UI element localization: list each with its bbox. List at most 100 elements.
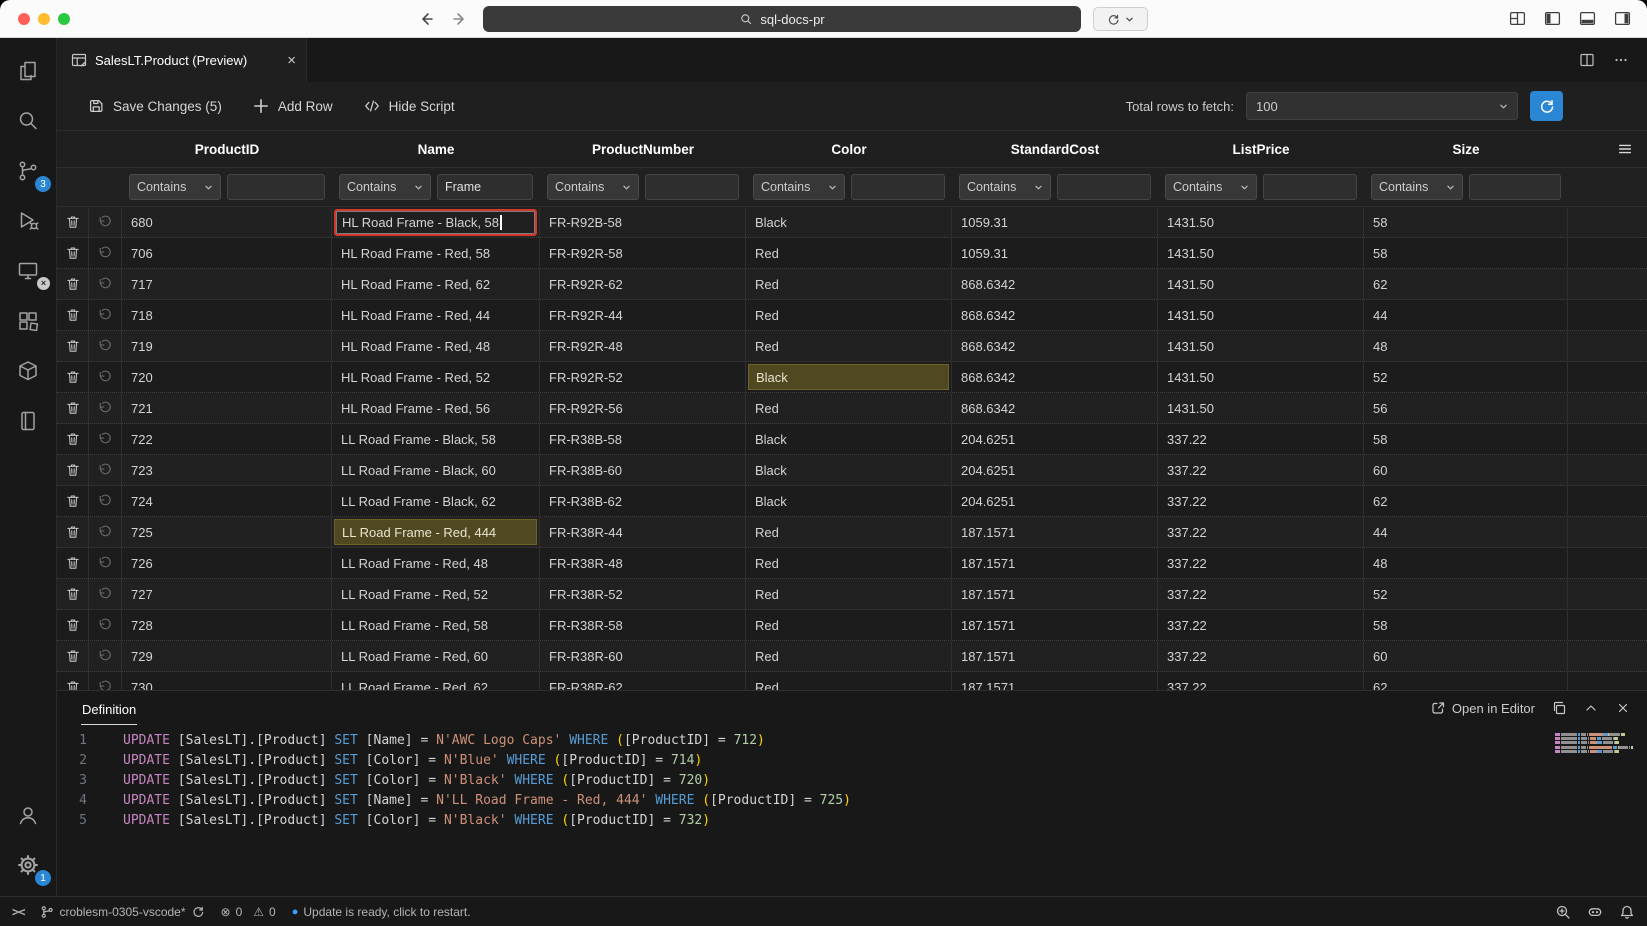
hide-script-button[interactable]: Hide Script	[363, 97, 455, 115]
cell-name[interactable]: LL Road Frame - Black, 60	[332, 455, 540, 485]
cell-standardcost[interactable]: 204.6251	[952, 486, 1158, 516]
cell-color[interactable]: Red	[746, 672, 952, 690]
revert-row-button[interactable]	[89, 207, 122, 237]
cell-name[interactable]: HL Road Frame - Red, 48	[332, 331, 540, 361]
cell-color[interactable]: Black	[746, 455, 952, 485]
copy-icon[interactable]	[1551, 700, 1567, 716]
cell-productid[interactable]: 725	[122, 517, 332, 547]
delete-row-button[interactable]	[57, 393, 89, 423]
column-header-productid[interactable]: ProductID	[122, 131, 332, 167]
column-header-color[interactable]: Color	[746, 131, 952, 167]
cell-productid[interactable]: 723	[122, 455, 332, 485]
cell-size[interactable]: 58	[1364, 610, 1568, 640]
cell-standardcost[interactable]: 204.6251	[952, 455, 1158, 485]
split-editor-icon[interactable]	[1579, 52, 1595, 68]
delete-row-button[interactable]	[57, 362, 89, 392]
cell-edit-input[interactable]: HL Road Frame - Black, 58	[334, 209, 537, 236]
toggle-secondary-sidebar-icon[interactable]	[1614, 10, 1631, 27]
cell-productid[interactable]: 719	[122, 331, 332, 361]
cell-productnumber[interactable]: FR-R92R-58	[540, 238, 746, 268]
cell-listprice[interactable]: 1431.50	[1158, 362, 1364, 392]
cell-color[interactable]: Red	[746, 517, 952, 547]
filter-operator-dropdown[interactable]: Contains	[129, 174, 221, 200]
delete-row-button[interactable]	[57, 238, 89, 268]
command-center-search[interactable]: sql-docs-pr	[483, 6, 1081, 32]
tab-saleslt-product[interactable]: SalesLT.Product (Preview) ×	[57, 38, 307, 82]
toggle-panel-icon[interactable]	[1579, 10, 1596, 27]
branch-status[interactable]: croblesm-0305-vscode*	[40, 905, 204, 919]
filter-value-input[interactable]	[1469, 174, 1561, 200]
delete-row-button[interactable]	[57, 207, 89, 237]
cell-name[interactable]: LL Road Frame - Black, 62	[332, 486, 540, 516]
cell-productnumber[interactable]: FR-R38B-62	[540, 486, 746, 516]
revert-row-button[interactable]	[89, 579, 122, 609]
remote-indicator[interactable]: ><	[12, 905, 24, 919]
cell-standardcost[interactable]: 1059.31	[952, 207, 1158, 237]
cell-standardcost[interactable]: 187.1571	[952, 548, 1158, 578]
revert-row-button[interactable]	[89, 362, 122, 392]
close-window-button[interactable]	[18, 13, 30, 25]
sidebar-item-extensions[interactable]	[0, 296, 56, 346]
cell-productid[interactable]: 722	[122, 424, 332, 454]
cell-productid[interactable]: 721	[122, 393, 332, 423]
revert-row-button[interactable]	[89, 486, 122, 516]
cell-name[interactable]: HL Road Frame - Red, 58	[332, 238, 540, 268]
cell-standardcost[interactable]: 187.1571	[952, 610, 1158, 640]
delete-row-button[interactable]	[57, 269, 89, 299]
modified-cell-value[interactable]: LL Road Frame - Red, 444	[334, 519, 537, 545]
cell-listprice[interactable]: 337.22	[1158, 455, 1364, 485]
cell-standardcost[interactable]: 187.1571	[952, 517, 1158, 547]
filter-operator-dropdown[interactable]: Contains	[547, 174, 639, 200]
filter-value-input[interactable]	[227, 174, 325, 200]
zoom-window-button[interactable]	[58, 13, 70, 25]
cell-name[interactable]: HL Road Frame - Red, 56	[332, 393, 540, 423]
column-menu-icon[interactable]	[1617, 141, 1633, 157]
update-ready-status[interactable]: ● Update is ready, click to restart.	[292, 905, 471, 919]
sidebar-item-search[interactable]	[0, 96, 56, 146]
more-actions-icon[interactable]	[1613, 52, 1629, 68]
cell-size[interactable]: 62	[1364, 269, 1568, 299]
delete-row-button[interactable]	[57, 455, 89, 485]
delete-row-button[interactable]	[57, 486, 89, 516]
modified-cell-value[interactable]: Black	[748, 364, 949, 390]
delete-row-button[interactable]	[57, 517, 89, 547]
settings-button[interactable]: 1	[0, 840, 56, 890]
cell-color[interactable]: Red	[746, 393, 952, 423]
cell-productnumber[interactable]: FR-R92B-58	[540, 207, 746, 237]
cell-standardcost[interactable]: 868.6342	[952, 362, 1158, 392]
zoom-icon[interactable]	[1555, 904, 1571, 920]
code-line[interactable]: 2UPDATE [SalesLT].[Product] SET [Color] …	[57, 751, 1647, 771]
add-row-button[interactable]: Add Row	[252, 97, 333, 115]
account-button[interactable]	[0, 790, 56, 840]
filter-operator-dropdown[interactable]: Contains	[339, 174, 431, 200]
cell-productnumber[interactable]: FR-R92R-56	[540, 393, 746, 423]
cell-productid[interactable]: 718	[122, 300, 332, 330]
cell-size[interactable]: 58	[1364, 207, 1568, 237]
sql-script-editor[interactable]: 1UPDATE [SalesLT].[Product] SET [Name] =…	[57, 725, 1647, 896]
cell-size[interactable]: 44	[1364, 517, 1568, 547]
cell-name[interactable]: HL Road Frame - Black, 58	[332, 207, 540, 237]
sidebar-item-explorer[interactable]	[0, 46, 56, 96]
cell-productnumber[interactable]: FR-R92R-48	[540, 331, 746, 361]
code-line[interactable]: 1UPDATE [SalesLT].[Product] SET [Name] =…	[57, 731, 1647, 751]
cell-standardcost[interactable]: 187.1571	[952, 672, 1158, 690]
cell-productid[interactable]: 720	[122, 362, 332, 392]
cell-listprice[interactable]: 337.22	[1158, 548, 1364, 578]
cell-color[interactable]: Red	[746, 269, 952, 299]
revert-row-button[interactable]	[89, 331, 122, 361]
revert-row-button[interactable]	[89, 238, 122, 268]
cell-size[interactable]: 48	[1364, 548, 1568, 578]
cell-standardcost[interactable]: 1059.31	[952, 238, 1158, 268]
delete-row-button[interactable]	[57, 331, 89, 361]
cell-standardcost[interactable]: 868.6342	[952, 331, 1158, 361]
cell-color[interactable]: Red	[746, 548, 952, 578]
cell-listprice[interactable]: 337.22	[1158, 517, 1364, 547]
sidebar-item-source-control[interactable]: 3	[0, 146, 56, 196]
revert-row-button[interactable]	[89, 300, 122, 330]
sidebar-item-remote-explorer[interactable]: ×	[0, 246, 56, 296]
cell-name[interactable]: HL Road Frame - Red, 62	[332, 269, 540, 299]
cell-productid[interactable]: 726	[122, 548, 332, 578]
cell-productid[interactable]: 727	[122, 579, 332, 609]
problems-status[interactable]: ⊗ 0 ⚠ 0	[221, 905, 276, 919]
cell-productnumber[interactable]: FR-R38R-48	[540, 548, 746, 578]
